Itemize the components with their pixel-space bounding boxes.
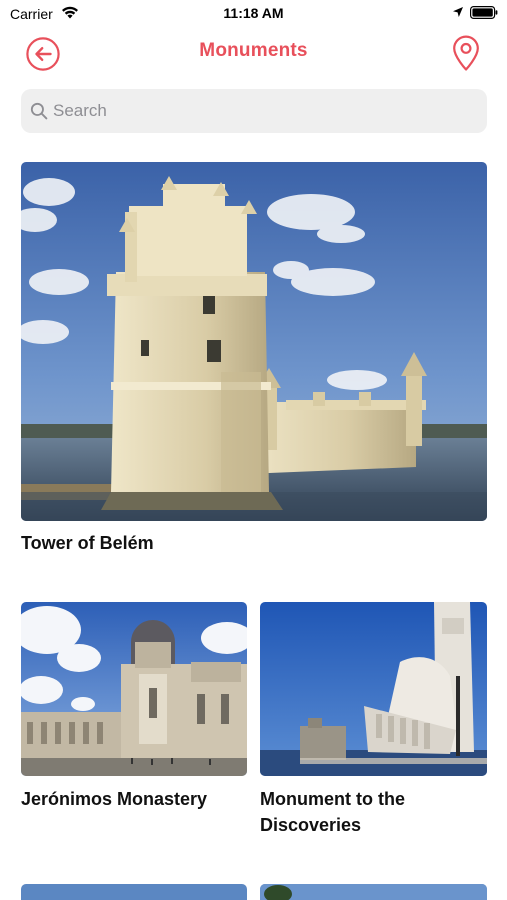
tower-of-belem-photo[interactable] bbox=[21, 162, 487, 521]
status-time: 11:18 AM bbox=[223, 5, 284, 21]
monument-to-the-discoveries-photo[interactable] bbox=[260, 602, 487, 776]
navigation-bar: Monuments bbox=[0, 28, 507, 78]
battery-icon bbox=[470, 6, 498, 19]
monument-card-partial[interactable] bbox=[260, 884, 487, 900]
monument-title: Tower of Belém bbox=[21, 533, 154, 553]
monument-card-tower-of-belem[interactable]: Tower of Belém bbox=[21, 162, 487, 562]
location-arrow-icon bbox=[453, 7, 463, 17]
monument-card-partial[interactable] bbox=[21, 884, 247, 900]
map-pin-icon[interactable] bbox=[452, 35, 480, 71]
search-bar[interactable] bbox=[21, 89, 487, 133]
search-input[interactable] bbox=[53, 89, 473, 133]
monument-card-jeronimos-monastery[interactable]: Jerónimos Monastery bbox=[21, 602, 247, 842]
monument-card-monument-to-the-discoveries[interactable]: Monument to the Discoveries bbox=[260, 602, 487, 842]
search-icon bbox=[30, 102, 48, 120]
monument-title: Jerónimos Monastery bbox=[21, 789, 208, 809]
status-bar: Carrier 11:18 AM bbox=[0, 0, 507, 28]
monument-photo-partial bbox=[260, 884, 487, 900]
jeronimos-monastery-photo[interactable] bbox=[21, 602, 247, 776]
monument-title: Monument to the Discoveries bbox=[260, 789, 405, 835]
page-title: Monuments bbox=[199, 40, 308, 61]
